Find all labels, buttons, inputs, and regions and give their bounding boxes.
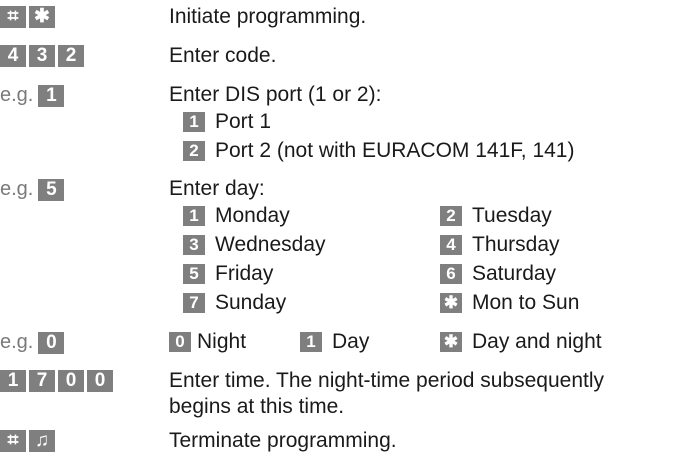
day-option: 3 Wednesday	[183, 233, 326, 257]
option-label: Port 2 (not with EURACOM 141F, 141)	[215, 139, 575, 162]
option-label: Mon to Sun	[472, 291, 580, 314]
day-option: 2 Tuesday	[440, 204, 552, 228]
day-option: 6 Saturday	[440, 262, 556, 286]
day-option: ✱ Mon to Sun	[440, 291, 579, 315]
time-text-line2: begins at this time.	[169, 395, 345, 418]
key-2: 2	[58, 45, 84, 67]
option-key: 7	[183, 293, 205, 313]
option-label: Monday	[215, 204, 290, 227]
option-label: Port 1	[215, 110, 272, 133]
option-key: ✱	[440, 332, 462, 352]
key-1: 1	[38, 84, 65, 107]
code-text: Enter code.	[169, 44, 277, 67]
port-example: e.g. 1	[0, 84, 65, 107]
period-option: 1 Day	[300, 330, 369, 354]
end-text: Terminate programming.	[169, 429, 397, 452]
key-5: 5	[38, 178, 65, 201]
key-7: 7	[29, 370, 55, 392]
option-label: Day	[332, 330, 370, 353]
eg-label: e.g.	[0, 84, 34, 106]
option-key: 4	[440, 235, 462, 255]
eg-label: e.g.	[0, 331, 34, 353]
start-text: Initiate programming.	[169, 5, 367, 28]
time-text-line1: Enter time. The night-time period subseq…	[169, 369, 605, 392]
day-option: 5 Friday	[183, 262, 273, 286]
day-option: 7 Sunday	[183, 291, 286, 315]
end-keys: ⌗ ♫	[0, 430, 55, 452]
option-key: 3	[183, 235, 205, 255]
option-key: 0	[169, 332, 191, 352]
key-0: 0	[58, 370, 84, 392]
option-key: 6	[440, 264, 462, 284]
key-0: 0	[87, 370, 113, 392]
option-key: 5	[183, 264, 205, 284]
port-option-2: 2 Port 2 (not with EURACOM 141F, 141)	[183, 139, 574, 163]
day-text: Enter day:	[169, 177, 265, 200]
hash-key: ⌗	[0, 6, 26, 28]
day-option: 4 Thursday	[440, 233, 560, 257]
option-key: ✱	[440, 293, 462, 313]
option-label: Wednesday	[215, 233, 326, 256]
period-example: e.g. 0	[0, 331, 65, 354]
option-key: 1	[183, 206, 205, 226]
option-label: Thursday	[472, 233, 560, 256]
option-label: Tuesday	[472, 204, 552, 227]
option-label: Night	[197, 330, 247, 353]
key-3: 3	[29, 45, 55, 67]
option-label: Sunday	[215, 291, 287, 314]
key-4: 4	[0, 45, 26, 67]
star-key: ✱	[29, 6, 55, 28]
day-example: e.g. 5	[0, 178, 65, 201]
option-label: Friday	[215, 262, 274, 285]
start-keys: ⌗ ✱	[0, 6, 55, 28]
port-text: Enter DIS port (1 or 2):	[169, 83, 382, 106]
port-option-1: 1 Port 1	[183, 110, 271, 134]
day-option: 1 Monday	[183, 204, 290, 228]
option-key: 2	[183, 141, 205, 161]
code-keys: 4 3 2	[0, 45, 84, 67]
option-key: 2	[440, 206, 462, 226]
eg-label: e.g.	[0, 178, 34, 200]
period-option: ✱ Day and night	[440, 330, 602, 354]
key-0: 0	[38, 331, 65, 354]
key-1: 1	[0, 370, 26, 392]
option-key: 1	[300, 332, 322, 352]
option-key: 1	[183, 112, 205, 132]
option-label: Saturday	[472, 262, 557, 285]
hash-key: ⌗	[0, 430, 26, 452]
option-label: Day and night	[472, 330, 602, 353]
music-note-icon: ♫	[29, 430, 55, 452]
time-keys: 1 7 0 0	[0, 370, 113, 392]
period-option: 0 Night	[169, 330, 246, 354]
